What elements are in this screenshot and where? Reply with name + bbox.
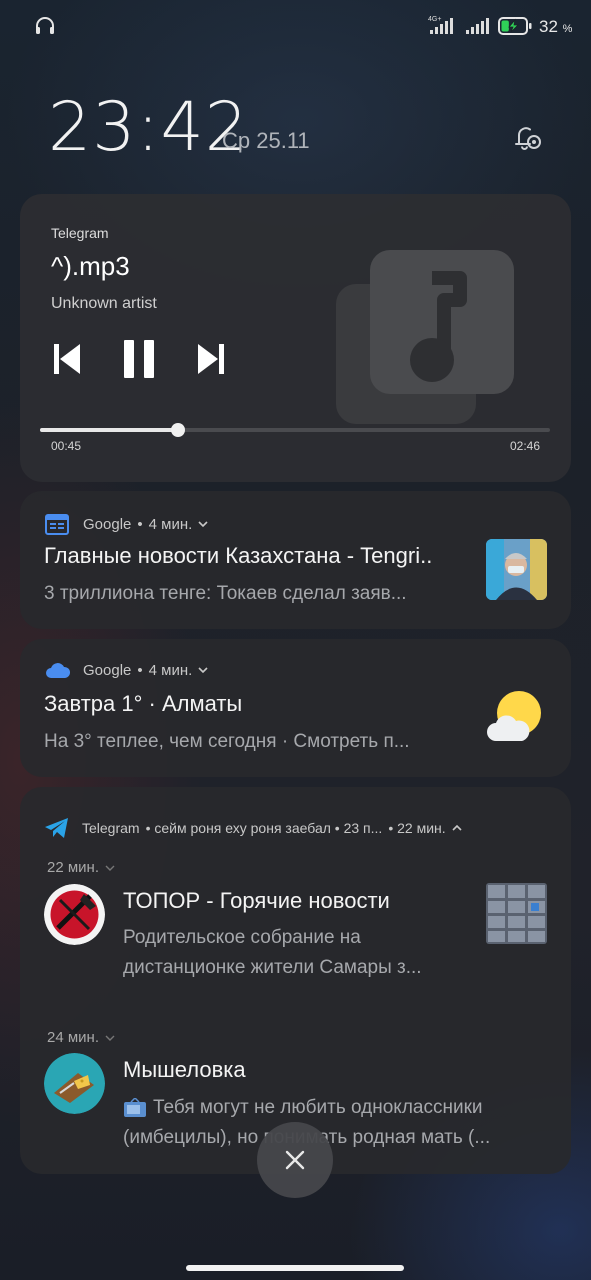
lockscreen-clock: 23:42	[48, 88, 249, 167]
tv-emoji-icon	[124, 1098, 146, 1117]
previous-track-button[interactable]	[52, 340, 82, 378]
next-track-button[interactable]	[196, 340, 226, 378]
notification-header: Telegram • сейм роня еху роня заебал • 2…	[44, 817, 462, 839]
notification-title: Завтра 1° · Алматы	[44, 691, 243, 716]
message-text-line: Тебя могут не любить одноклассники	[153, 1097, 483, 1118]
message-text-line: дистанционке жители Самары з...	[123, 957, 422, 978]
battery-percent: 32 %	[539, 17, 572, 37]
notification-google-news[interactable]: Google • 4 мин. Главные новости Казахста…	[20, 491, 571, 629]
telegram-icon	[45, 818, 68, 838]
media-track-title: ^).mp3	[51, 251, 130, 281]
notification-time: 4 мин.	[148, 515, 193, 533]
seek-bar-thumb[interactable]	[171, 423, 186, 437]
home-indicator[interactable]	[186, 1265, 404, 1271]
notification-time: • 22 мин.	[388, 820, 446, 836]
battery-charging-icon	[498, 17, 532, 35]
seek-bar-progress	[40, 428, 179, 432]
status-bar: 4G+ 32 %	[0, 0, 591, 56]
pause-button[interactable]	[122, 340, 156, 378]
message-sender: ТОПОР - Горячие новости	[123, 888, 390, 913]
message-time-row: 22 мин.	[47, 859, 115, 876]
close-icon	[285, 1150, 305, 1170]
notification-google-weather[interactable]: Google • 4 мин. Завтра 1° · Алматы На 3°…	[20, 639, 571, 777]
notification-time: 4 мин.	[148, 661, 193, 679]
news-thumbnail-image	[486, 539, 547, 600]
lockscreen-date: Ср 25.11	[222, 128, 310, 153]
chevron-up-icon[interactable]	[452, 823, 462, 833]
media-duration: 02:46	[509, 439, 540, 453]
media-app-name: Telegram	[51, 225, 109, 241]
cloud-icon	[46, 663, 71, 678]
headphones-icon	[36, 17, 54, 34]
notification-header: Google • 4 мин.	[45, 661, 208, 679]
chevron-down-icon[interactable]	[105, 1033, 115, 1043]
notification-settings-icon[interactable]	[510, 120, 544, 154]
clear-all-notifications-button[interactable]	[257, 1122, 333, 1198]
notification-app-name: Telegram	[82, 820, 140, 836]
message-time: 22 мин.	[47, 859, 99, 876]
separator-dot: •	[137, 515, 143, 533]
message-sender: Мышеловка	[123, 1057, 246, 1082]
message-text-line: (имбецилы), но понимать родная мать (...	[123, 1127, 491, 1148]
signal-strength-2-icon	[466, 18, 489, 34]
message-time: 24 мин.	[47, 1029, 99, 1046]
channel-avatar-mousetrap	[44, 1053, 105, 1114]
music-note-icon	[336, 250, 514, 424]
notification-app-name: Google	[83, 515, 132, 533]
signal-strength-icon	[430, 18, 453, 34]
notification-title: Главные новости Казахстана - Tengri..	[44, 543, 433, 568]
media-current-time: 00:45	[51, 439, 82, 453]
message-text-row: Тебя могут не любить одноклассники	[123, 1097, 563, 1119]
message-thumbnail-image	[486, 883, 547, 944]
notification-text: На 3° теплее, чем сегодня · Смотреть п..…	[44, 731, 410, 752]
message-text-line: Родительское собрание на	[123, 927, 361, 948]
battery-percent-unit: %	[562, 23, 573, 35]
partly-cloudy-icon	[487, 691, 541, 741]
notification-app-name: Google	[83, 661, 132, 679]
chevron-down-icon[interactable]	[198, 665, 208, 675]
message-time-row: 24 мин.	[47, 1029, 115, 1046]
notification-text: 3 триллиона тенге: Токаев сделал заяв...	[44, 583, 407, 604]
chevron-down-icon[interactable]	[198, 519, 208, 529]
notification-header: Google • 4 мин.	[45, 513, 208, 535]
chevron-down-icon[interactable]	[105, 863, 115, 873]
notification-telegram-group[interactable]: Telegram • сейм роня еху роня заебал • 2…	[20, 787, 571, 1174]
channel-avatar-topor	[44, 884, 105, 945]
separator-dot: •	[137, 661, 143, 679]
media-artist: Unknown artist	[51, 295, 157, 312]
notification-group-summary: • сейм роня еху роня заебал • 23 п...	[145, 820, 383, 836]
battery-percent-value: 32	[539, 17, 558, 36]
media-player-card[interactable]: Telegram ^).mp3 Unknown artist 00:45 02:…	[20, 194, 571, 482]
calendar-news-icon	[45, 514, 69, 535]
